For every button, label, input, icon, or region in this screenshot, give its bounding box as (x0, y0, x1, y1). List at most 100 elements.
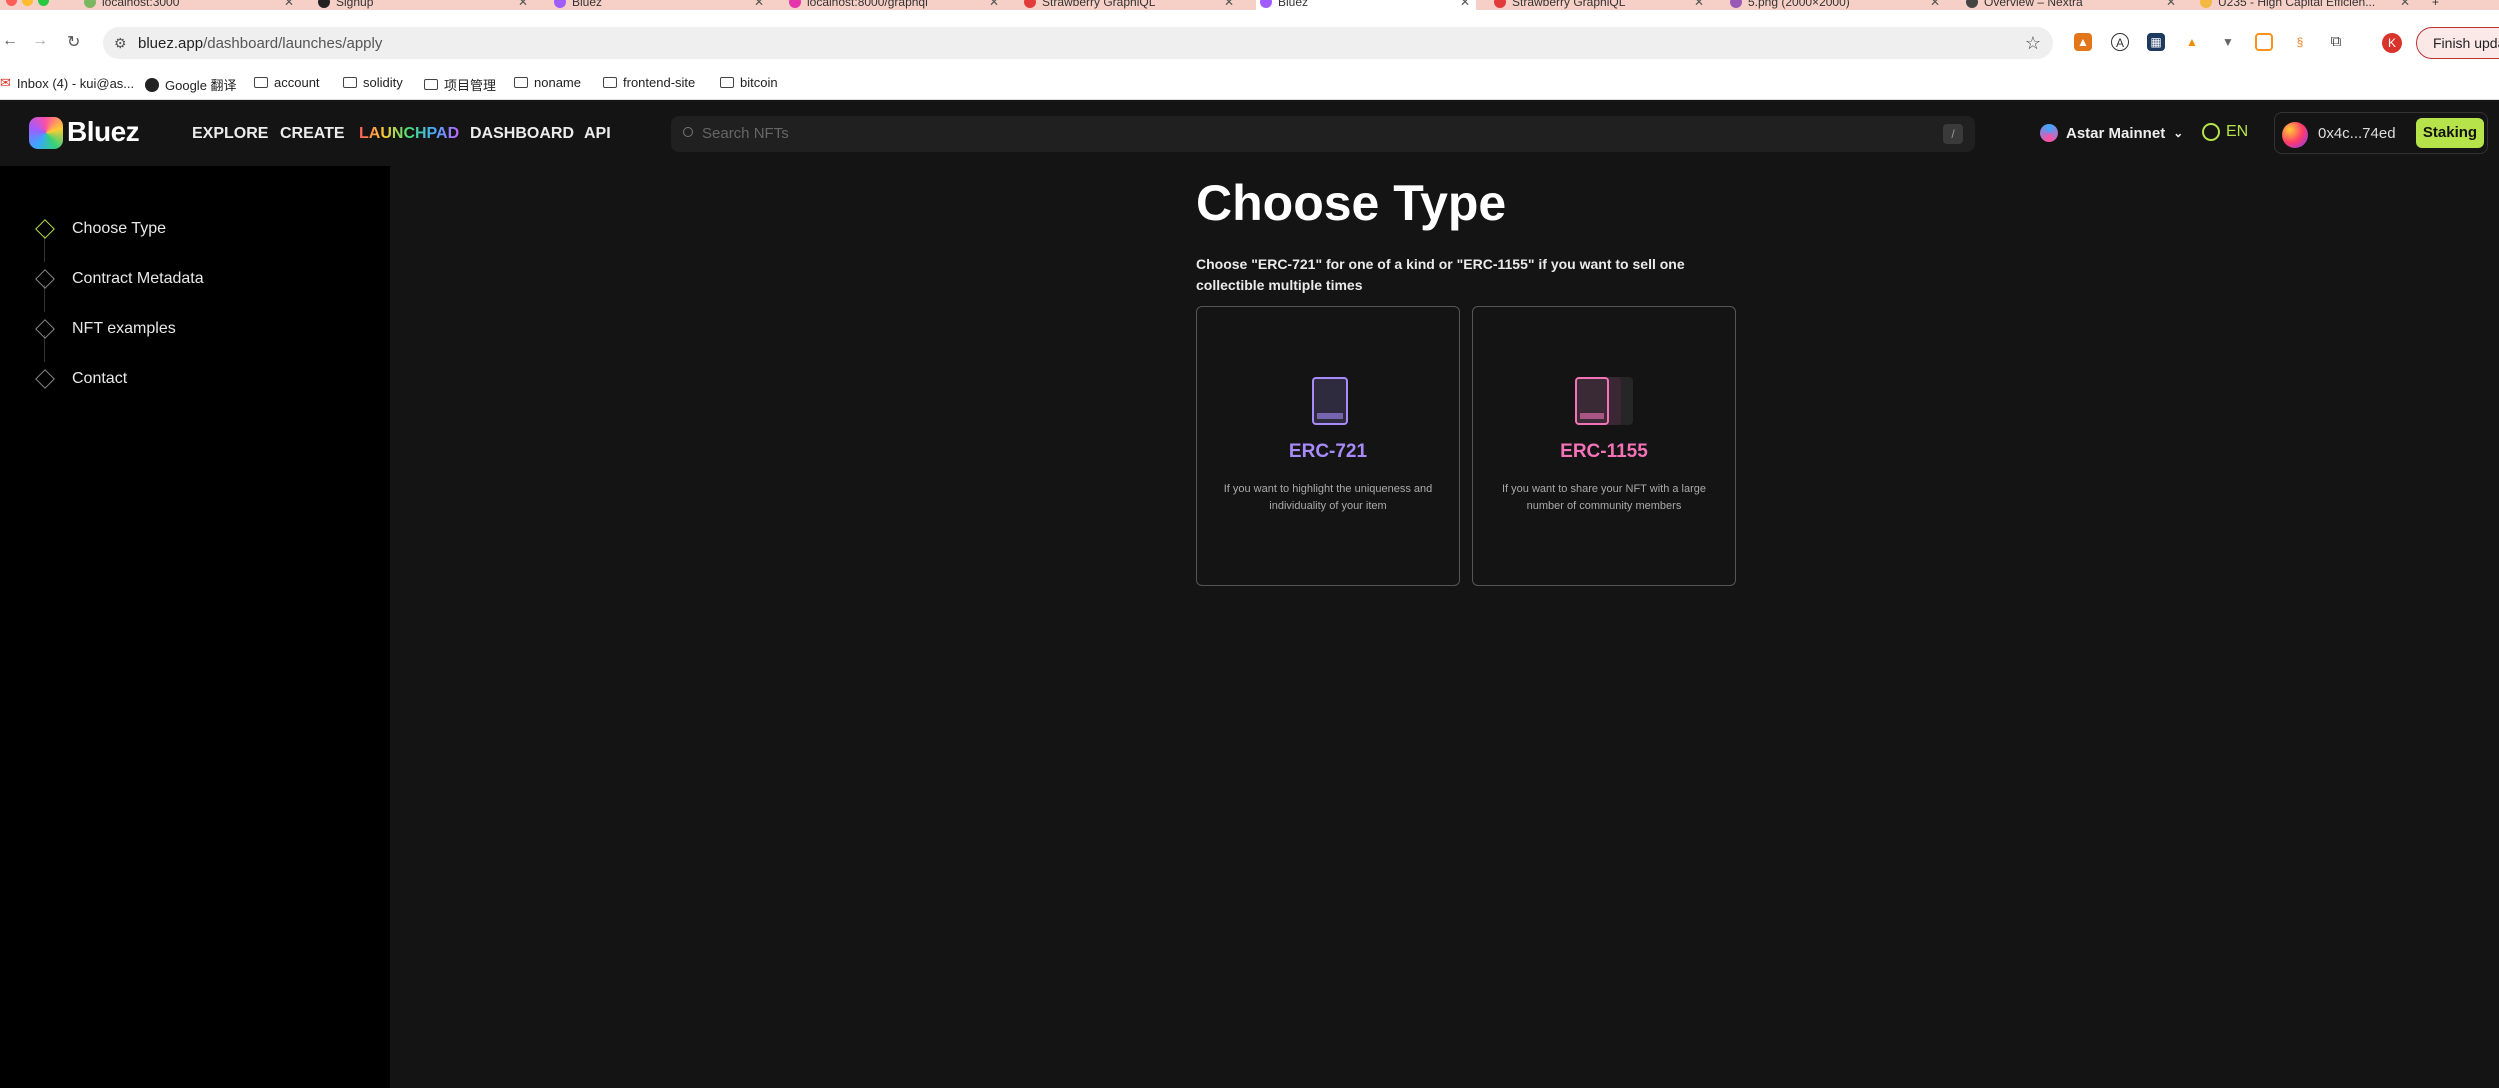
folder-icon (424, 79, 438, 90)
extension-grid-icon[interactable]: ▦ (2147, 33, 2165, 51)
favicon-icon (1024, 0, 1036, 8)
bookmark-google-translate[interactable]: Google 翻译 (145, 75, 237, 94)
profile-avatar[interactable]: K (2382, 33, 2402, 53)
browser-tab[interactable]: Strawberry GraphiQL ✕ (1024, 0, 1234, 10)
tab-label: localhost:8000/graphql (807, 0, 928, 9)
back-arrow-icon[interactable]: ← (2, 32, 18, 50)
page-title: Choose Type (1196, 175, 1507, 231)
extension-square-icon[interactable] (2255, 33, 2273, 51)
step-contract-metadata[interactable]: Contract Metadata (35, 268, 204, 290)
site-info-icon[interactable]: ⚙ (114, 35, 127, 52)
chevron-down-icon: ⌄ (2173, 126, 2184, 140)
close-tab-icon[interactable]: ✕ (754, 0, 764, 9)
minimize-window-button[interactable] (22, 0, 33, 6)
bookmarks-bar: ✉ Inbox (4) - kui@as... Google 翻译 accoun… (0, 66, 2499, 100)
favicon-icon (318, 0, 330, 8)
bookmark-star-icon[interactable]: ☆ (2025, 33, 2041, 54)
browser-tab[interactable]: U235 - High Capital Efficien... ✕ (2200, 0, 2410, 10)
bookmark-folder-bitcoin[interactable]: bitcoin (720, 75, 778, 90)
search-input[interactable]: Search NFTs (702, 125, 789, 142)
favicon-icon (84, 0, 96, 8)
close-tab-icon[interactable]: ✕ (2166, 0, 2176, 9)
folder-icon (514, 77, 528, 88)
zoom-window-button[interactable] (38, 0, 49, 6)
address-bar[interactable]: ⚙ bluez.app/dashboard/launches/apply ☆ (103, 27, 2053, 59)
search-shortcut-key: / (1943, 124, 1963, 144)
close-tab-icon[interactable]: ✕ (989, 0, 999, 9)
close-tab-icon[interactable]: ✕ (1694, 0, 1704, 9)
diamond-icon (35, 369, 55, 389)
diamond-icon (35, 219, 55, 239)
globe-icon (2202, 123, 2220, 141)
erc1155-card[interactable]: ERC-1155 If you want to share your NFT w… (1472, 306, 1736, 586)
favicon-icon (2200, 0, 2212, 8)
favicon-icon (789, 0, 801, 8)
folder-icon (720, 77, 734, 88)
search-bar[interactable]: Search NFTs / (671, 116, 1975, 152)
close-tab-icon[interactable]: ✕ (1460, 0, 1470, 9)
nav-create[interactable]: CREATE (280, 125, 345, 143)
extension-flame-icon[interactable]: § (2291, 33, 2309, 51)
close-tab-icon[interactable]: ✕ (284, 0, 294, 9)
erc721-card[interactable]: ERC-721 If you want to highlight the uni… (1196, 306, 1460, 586)
nav-launchpad[interactable]: LAUNCHPAD (359, 125, 459, 143)
browser-tab[interactable]: Overview – Nextra ✕ (1966, 0, 2176, 10)
browser-tab[interactable]: localhost:8000/graphql ✕ (789, 0, 999, 10)
nav-explore[interactable]: EXPLORE (192, 125, 268, 143)
bookmark-inbox[interactable]: ✉ Inbox (4) - kui@as... (0, 75, 134, 91)
multi-nft-icon (1575, 377, 1635, 425)
browser-tab[interactable]: Bluez ✕ (554, 0, 764, 10)
close-tab-icon[interactable]: ✕ (2400, 0, 2410, 9)
folder-icon (254, 77, 268, 88)
close-tab-icon[interactable]: ✕ (1224, 0, 1234, 9)
close-window-button[interactable] (6, 0, 17, 6)
staking-button[interactable]: Staking (2416, 118, 2484, 148)
mail-icon: ✉ (0, 75, 11, 90)
plus-icon: + (2432, 0, 2440, 9)
metamask-extension-icon[interactable]: ▲ (2074, 33, 2092, 51)
favicon-icon (1494, 0, 1506, 8)
card-description: If you want to highlight the uniqueness … (1223, 483, 1433, 512)
tab-label: Strawberry GraphiQL (1042, 0, 1156, 9)
browser-tab[interactable]: 5.png (2000×2000) ✕ (1730, 0, 1940, 10)
favicon-icon (1260, 0, 1272, 8)
extension-v-icon[interactable]: ▼ (2219, 33, 2237, 51)
browser-tab-active[interactable]: Bluez ✕ (1256, 0, 1476, 10)
browser-tab[interactable]: Signup ✕ (318, 0, 528, 10)
bookmark-folder-frontend-site[interactable]: frontend-site (603, 75, 695, 90)
step-choose-type[interactable]: Choose Type (35, 218, 166, 240)
tab-label: U235 - High Capital Efficien... (2218, 0, 2376, 9)
url-text[interactable]: bluez.app/dashboard/launches/apply (138, 35, 382, 52)
wallet-address[interactable]: 0x4c...74ed (2318, 125, 2396, 142)
finish-update-button[interactable]: Finish update (2416, 27, 2499, 59)
language-selector[interactable]: EN (2202, 123, 2248, 141)
tab-label: Overview – Nextra (1984, 0, 2083, 9)
logo-text[interactable]: Bluez (67, 116, 140, 148)
bookmark-folder-account[interactable]: account (254, 75, 320, 90)
diamond-icon (35, 269, 55, 289)
step-contact[interactable]: Contact (35, 368, 127, 390)
nav-dashboard[interactable]: DASHBOARD (470, 125, 574, 143)
wallet-widget[interactable]: 0x4c...74ed Staking (2274, 112, 2488, 154)
browser-tab[interactable]: localhost:3000 ✕ (84, 0, 294, 10)
extension-fire-icon[interactable]: ▲ (2183, 33, 2201, 51)
step-nft-examples[interactable]: NFT examples (35, 318, 176, 340)
nav-api[interactable]: API (584, 125, 611, 143)
forward-arrow-icon[interactable]: → (32, 32, 48, 50)
close-tab-icon[interactable]: ✕ (1930, 0, 1940, 9)
extensions-puzzle-icon[interactable]: ⧉ (2327, 33, 2345, 51)
extension-a-icon[interactable]: A (2111, 33, 2129, 51)
bluez-logo-icon[interactable] (29, 117, 63, 149)
card-title: ERC-1155 (1560, 441, 1648, 462)
network-selector[interactable]: Astar Mainnet ⌄ (2040, 124, 2183, 142)
browser-tab[interactable]: Strawberry GraphiQL ✕ (1494, 0, 1704, 10)
favicon-icon (1966, 0, 1978, 8)
close-tab-icon[interactable]: ✕ (518, 0, 528, 9)
bookmark-folder-noname[interactable]: noname (514, 75, 581, 90)
bookmark-folder-solidity[interactable]: solidity (343, 75, 403, 90)
reload-icon[interactable]: ↻ (67, 32, 80, 52)
favicon-icon (554, 0, 566, 8)
tab-label: Bluez (572, 0, 603, 9)
new-tab-button[interactable]: + (2432, 0, 2452, 10)
bookmark-folder-project[interactable]: 项目管理 (424, 75, 496, 94)
